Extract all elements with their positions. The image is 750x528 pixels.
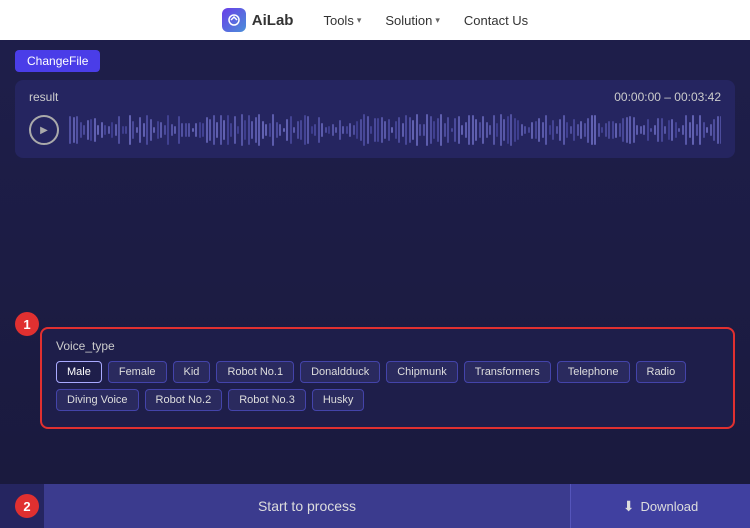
header: AiLab Tools ▾ Solution ▾ Contact Us xyxy=(0,0,750,40)
voice-buttons-row2: Diving Voice Robot No.2Robot No.3 Husky xyxy=(56,389,719,411)
voice-type-button[interactable]: Donaldduck xyxy=(300,361,380,383)
chevron-down-icon: ▾ xyxy=(435,15,440,26)
voice-type-button[interactable]: Radio xyxy=(636,361,687,383)
voice-type-button[interactable]: Telephone xyxy=(557,361,630,383)
voice-type-button[interactable]: Transformers xyxy=(464,361,551,383)
voice-type-button[interactable]: Kid xyxy=(173,361,211,383)
download-button[interactable]: ⬇ Download xyxy=(570,484,750,528)
voice-type-button[interactable]: Chipmunk xyxy=(386,361,458,383)
step2-indicator: 2 xyxy=(15,494,39,518)
voice-type-button[interactable]: Robot No.2 xyxy=(145,389,223,411)
bottom-bar: 2 Start to process ⬇ Download xyxy=(0,484,750,528)
play-button[interactable]: ▶ xyxy=(29,115,59,145)
voice-type-button[interactable]: Diving Voice xyxy=(56,389,139,411)
waveform-header: result 00:00:00 – 00:03:42 xyxy=(29,90,721,104)
nav-tools[interactable]: Tools ▾ xyxy=(323,13,361,28)
logo-text: AiLab xyxy=(252,12,294,29)
voice-type-label: Voice_type xyxy=(56,339,719,353)
download-icon: ⬇ xyxy=(623,498,635,515)
step1-indicator: 1 xyxy=(15,312,39,336)
timestamp: 00:00:00 – 00:03:42 xyxy=(614,90,721,104)
result-label: result xyxy=(29,90,58,104)
logo: AiLab xyxy=(222,8,294,32)
voice-type-button[interactable]: Robot No.1 xyxy=(216,361,294,383)
start-process-button[interactable]: Start to process xyxy=(44,484,570,528)
nav-contact[interactable]: Contact Us xyxy=(464,13,528,28)
nav-solution[interactable]: Solution ▾ xyxy=(385,13,440,28)
voice-type-panel: Voice_type Male Female KidRobot No.1 Donald… xyxy=(40,327,735,429)
waveform-visualization xyxy=(69,112,721,148)
download-label: Download xyxy=(640,499,698,514)
main-nav: Tools ▾ Solution ▾ Contact Us xyxy=(323,13,528,28)
voice-type-button[interactable]: Husky xyxy=(312,389,365,411)
waveform-container: result 00:00:00 – 00:03:42 ▶ xyxy=(15,80,735,158)
voice-type-button[interactable]: Robot No.3 xyxy=(228,389,306,411)
voice-type-button[interactable]: Male xyxy=(56,361,102,383)
voice-type-button[interactable]: Female xyxy=(108,361,167,383)
waveform-player: ▶ xyxy=(29,112,721,148)
change-file-button[interactable]: ChangeFile xyxy=(15,50,100,72)
chevron-down-icon: ▾ xyxy=(357,15,362,26)
logo-icon xyxy=(222,8,246,32)
voice-buttons-row1: Male Female KidRobot No.1 Donaldduck Chipmun… xyxy=(56,361,719,383)
main-content: ChangeFile result 00:00:00 – 00:03:42 ▶ … xyxy=(0,40,750,484)
